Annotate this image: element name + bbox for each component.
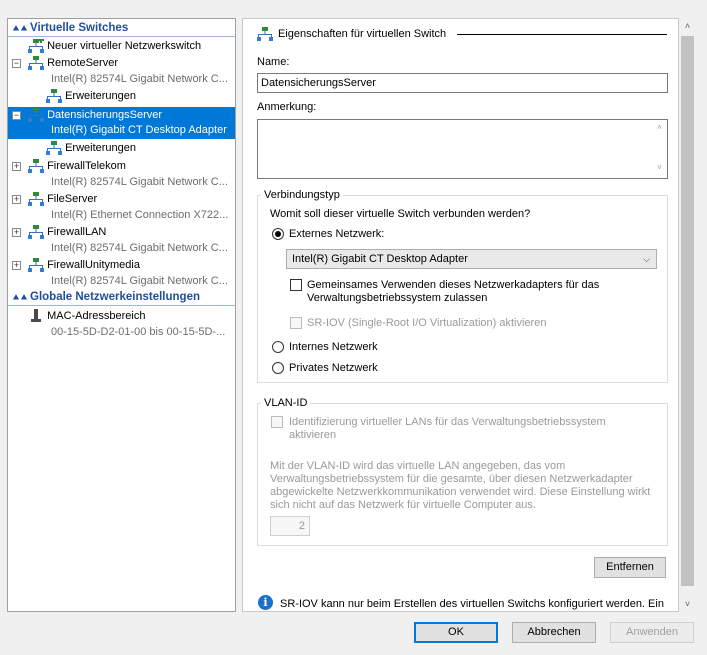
section-global-network-settings[interactable]: ⯅⯅ Globale Netzwerkeinstellungen: [8, 290, 235, 306]
section-virtual-switches-label: Virtuelle Switches: [30, 22, 129, 34]
header-divider: [457, 34, 667, 35]
switch-name: FirewallUnitymedia: [47, 259, 140, 271]
vlan-description-1: Mit der VLAN-ID wird das virtuelle LAN a…: [270, 460, 566, 472]
extensions-icon: [46, 141, 62, 156]
apply-button[interactable]: Anwenden: [610, 622, 694, 643]
note-textarea[interactable]: [257, 119, 668, 179]
switch-adapter: Intel(R) 82574L Gigabit Network C...: [51, 242, 228, 254]
cancel-button[interactable]: Abbrechen: [512, 622, 596, 643]
connection-question: Womit soll dieser virtuelle Switch verbu…: [270, 208, 531, 220]
scroll-down-icon[interactable]: ˅: [652, 163, 667, 172]
tree-item-extensions[interactable]: Erweiterungen: [46, 140, 136, 156]
switch-adapter: Intel(R) Ethernet Connection X722...: [51, 209, 229, 221]
private-network-radio[interactable]: [272, 362, 284, 374]
switch-adapter: Intel(R) 82574L Gigabit Network C...: [51, 176, 228, 188]
mac-title: MAC-Adressbereich: [47, 310, 146, 322]
collapse-chevron-icon: ⯅⯅: [12, 293, 28, 304]
network-switch-icon: [28, 108, 44, 123]
section-virtual-switches[interactable]: ⯅⯅ Virtuelle Switches: [8, 21, 235, 37]
expand-toggle-icon[interactable]: +: [12, 228, 21, 237]
vlan-description-4: sich nicht auf das Netzwerk für virtuell…: [270, 499, 536, 511]
note-label: Anmerkung:: [257, 101, 317, 113]
vlan-description-2: Verwaltungsbetriebssystem für die gesamt…: [270, 473, 633, 485]
adapter-select-value: Intel(R) Gigabit CT Desktop Adapter: [292, 253, 468, 265]
network-switch-icon: [257, 27, 273, 41]
tree-item-switch-selected[interactable]: − DatensicherungsServer Intel(R) Gigabit…: [8, 107, 235, 139]
info-icon: i: [258, 595, 273, 610]
internal-network-label: Internes Netzwerk: [289, 341, 378, 353]
collapse-toggle-icon[interactable]: −: [12, 111, 21, 120]
settings-tree: ⯅⯅ Virtuelle Switches Neuer virtueller N…: [7, 18, 236, 612]
network-switch-icon: [28, 159, 44, 174]
ok-button[interactable]: OK: [414, 622, 498, 643]
share-adapter-checkbox[interactable]: [290, 279, 302, 291]
mac-range: 00-15-5D-D2-01-00 bis 00-15-5D-...: [51, 326, 226, 338]
properties-pane: Eigenschaften für virtuellen Switch Name…: [242, 18, 679, 612]
adapter-select[interactable]: Intel(R) Gigabit CT Desktop Adapter ⌵: [286, 249, 657, 269]
switch-name: RemoteServer: [47, 57, 118, 69]
external-network-label: Externes Netzwerk:: [289, 228, 385, 240]
mac-address-icon: [31, 309, 41, 323]
new-switch-icon: [28, 39, 44, 54]
chevron-down-icon: ⌵: [643, 254, 650, 264]
extensions-label: Erweiterungen: [65, 90, 136, 102]
internal-network-radio[interactable]: [272, 341, 284, 353]
vlan-check-label-1: Identifizierung virtueller LANs für das …: [289, 416, 606, 428]
tree-item-switch-datensicherungsserver[interactable]: DatensicherungsServer: [28, 107, 162, 123]
scroll-up-icon[interactable]: ˄: [679, 18, 696, 34]
section-global-label: Globale Netzwerkeinstellungen: [30, 291, 200, 303]
switch-name: FirewallTelekom: [47, 160, 126, 172]
share-adapter-label-1: Gemeinsames Verwenden dieses Netzwerkada…: [307, 279, 600, 291]
tree-item-switch-fileserver[interactable]: FileServer: [28, 191, 97, 207]
connection-type-title: Verbindungstyp: [261, 188, 343, 202]
collapse-chevron-icon: ⯅⯅: [12, 24, 28, 35]
sriov-info-text: SR-IOV kann nur beim Erstellen des virtu…: [280, 598, 664, 610]
tree-item-new-switch-label: Neuer virtueller Netzwerkswitch: [47, 40, 202, 52]
extensions-label: Erweiterungen: [65, 142, 136, 154]
scroll-down-icon[interactable]: ˅: [679, 596, 696, 612]
collapse-toggle-icon[interactable]: −: [12, 59, 21, 68]
properties-header: Eigenschaften für virtuellen Switch: [257, 27, 667, 43]
network-switch-icon: [28, 192, 44, 207]
vlan-description-3: abgewickelte Netzwerkkommunikation verwe…: [270, 486, 651, 498]
tree-item-switch-firewallunitymedia[interactable]: FirewallUnitymedia: [28, 257, 140, 273]
tree-item-extensions[interactable]: Erweiterungen: [46, 88, 136, 104]
sriov-checkbox[interactable]: [290, 317, 302, 329]
scroll-up-icon[interactable]: ˄: [652, 123, 667, 132]
network-switch-icon: [28, 56, 44, 71]
vlan-title: VLAN-ID: [261, 396, 311, 410]
switch-adapter: Intel(R) 82574L Gigabit Network C...: [51, 73, 228, 85]
switch-adapter: Intel(R) Gigabit CT Desktop Adapter: [51, 124, 227, 136]
name-label: Name:: [257, 56, 290, 68]
extensions-icon: [46, 89, 62, 104]
properties-scrollbar[interactable]: ˄ ˅: [679, 18, 696, 612]
expand-toggle-icon[interactable]: +: [12, 195, 21, 204]
tree-item-switch-firewalllan[interactable]: FirewallLAN: [28, 224, 106, 240]
share-adapter-label-2: Verwaltungsbetriebssystem zulassen: [307, 292, 488, 304]
tree-item-new-switch[interactable]: Neuer virtueller Netzwerkswitch: [28, 38, 201, 54]
name-input[interactable]: DatensicherungsServer: [257, 73, 668, 93]
switch-name: FirewallLAN: [47, 226, 107, 238]
remove-button[interactable]: Entfernen: [594, 557, 666, 578]
tree-item-switch-remoteserver[interactable]: RemoteServer: [28, 55, 118, 71]
network-switch-icon: [28, 225, 44, 240]
expand-toggle-icon[interactable]: +: [12, 162, 21, 171]
scrollbar-thumb[interactable]: [681, 36, 694, 586]
switch-name: FileServer: [47, 193, 98, 205]
switch-name: DatensicherungsServer: [47, 109, 163, 121]
tree-item-mac-address-range[interactable]: MAC-Adressbereich: [28, 308, 145, 324]
tree-item-switch-firewalltelekom[interactable]: FirewallTelekom: [28, 158, 126, 174]
external-network-radio[interactable]: [272, 228, 284, 240]
properties-title: Eigenschaften für virtuellen Switch: [278, 27, 453, 41]
vlan-id-input[interactable]: 2: [270, 516, 310, 536]
vlan-check-label-2: aktivieren: [289, 429, 337, 441]
expand-toggle-icon[interactable]: +: [12, 261, 21, 270]
sriov-label: SR-IOV (Single-Root I/O Virtualization) …: [307, 317, 547, 329]
network-switch-icon: [28, 258, 44, 273]
switch-adapter: Intel(R) 82574L Gigabit Network C...: [51, 275, 228, 287]
vlan-checkbox[interactable]: [271, 416, 283, 428]
private-network-label: Privates Netzwerk: [289, 362, 378, 374]
